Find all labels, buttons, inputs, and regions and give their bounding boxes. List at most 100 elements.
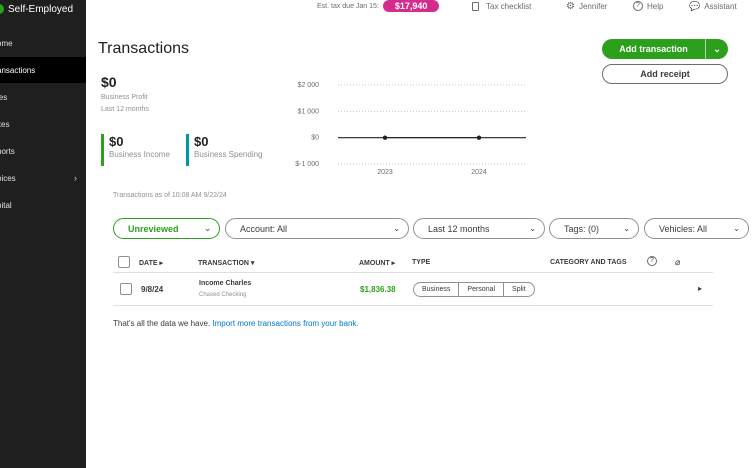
sidebar-item-label: pital (0, 200, 12, 210)
table-row[interactable]: 9/8/24 Income Charles Chased Checking $1… (113, 274, 713, 306)
type-segmented-control: Business Personal Split (413, 282, 535, 297)
brand-logo-icon (0, 4, 4, 14)
type-column-header: TYPE (412, 259, 431, 266)
data-point (476, 135, 482, 140)
y-tick-label: $1 000 (298, 108, 320, 115)
chevron-right-icon: › (74, 173, 77, 183)
type-personal-option[interactable]: Personal (459, 283, 505, 296)
sidebar-item-home[interactable]: ome (0, 30, 86, 56)
type-split-option[interactable]: Split (504, 283, 534, 296)
sort-down-icon: ▾ (250, 260, 255, 267)
sidebar-item-invoices[interactable]: oices › (0, 165, 86, 191)
business-spending-kpi: $0 Business Spending (186, 134, 263, 166)
assistant-button[interactable]: 💬 Assistant (689, 0, 737, 12)
chevron-down-icon: ⌄ (529, 224, 536, 233)
sidebar-item-reports[interactable]: ports (0, 138, 86, 164)
gear-icon: ⚙ (566, 0, 575, 12)
row-expand-icon[interactable]: ▸ (698, 284, 702, 293)
button-divider (705, 39, 706, 59)
user-name: Jennifer (578, 1, 608, 11)
add-transaction-label: Add transaction (619, 44, 688, 54)
vehicles-filter-label: Vehicles: All (659, 223, 708, 234)
tax-due[interactable]: Est. tax due Jan 15: $17,940 (317, 0, 440, 12)
business-spending-label: Business Spending (194, 150, 263, 159)
brand[interactable]: Self-Employed (0, 0, 73, 18)
chevron-down-icon[interactable]: ⌄ (706, 44, 728, 55)
tax-due-amount: $17,940 (382, 0, 440, 12)
sort-arrow-icon: ▸ (159, 260, 164, 267)
tax-checklist-label: Tax checklist (486, 1, 532, 11)
select-all-checkbox[interactable] (118, 256, 130, 268)
top-bar: Est. tax due Jan 15: $17,940 Tax checkli… (86, 0, 755, 12)
row-date: 9/8/24 (141, 285, 164, 294)
category-column-header: CATEGORY AND TAGS (550, 259, 627, 266)
period-filter[interactable]: Last 12 months ⌄ (413, 218, 545, 239)
chevron-down-icon: ⌄ (623, 224, 630, 233)
tags-filter[interactable]: Tags: (0) ⌄ (549, 218, 639, 239)
vehicles-filter[interactable]: Vehicles: All ⌄ (644, 218, 749, 239)
row-checkbox[interactable] (120, 283, 132, 295)
business-income-label: Business Income (109, 150, 170, 159)
attachment-icon: ⌀ (675, 257, 681, 267)
business-income-value: $0 (109, 134, 124, 149)
type-business-option[interactable]: Business (414, 283, 460, 296)
clipboard-icon (472, 1, 479, 11)
business-income-kpi: $0 Business Income (101, 134, 170, 166)
sidebar-item-label: xes (0, 119, 10, 129)
tax-checklist-link[interactable]: Tax checklist (472, 0, 531, 12)
x-tick-label: 2023 (377, 169, 393, 176)
account-filter[interactable]: Account: All ⌄ (225, 218, 409, 239)
x-tick-label: 2024 (471, 169, 487, 176)
page-title: Transactions (98, 40, 189, 57)
sidebar-item-label: ansactions (0, 65, 36, 75)
sidebar-item-label: les (0, 92, 8, 102)
sidebar-item-miles[interactable]: les (0, 84, 86, 110)
tax-due-label: Est. tax due Jan 15: (317, 2, 379, 10)
status-filter[interactable]: Unreviewed ⌄ (113, 218, 220, 239)
business-profit-label: Business Profit (101, 94, 148, 101)
row-account: Chased Checking (199, 292, 247, 298)
chevron-down-icon: ⌄ (733, 224, 740, 233)
sidebar: Self-Employed ome ansactions les xes por… (0, 0, 86, 468)
row-transaction-name: Income Charles (199, 280, 252, 287)
help-label: Help (647, 1, 664, 11)
data-point (382, 135, 388, 140)
chevron-down-icon: ⌄ (393, 224, 400, 233)
import-transactions-link[interactable]: Import more transactions from your bank. (212, 319, 358, 328)
add-transaction-button[interactable]: Add transaction ⌄ (602, 39, 728, 59)
sort-arrow-icon: ▸ (391, 260, 396, 267)
y-tick-label: $2 000 (298, 82, 320, 89)
sidebar-item-taxes[interactable]: xes (0, 111, 86, 137)
sidebar-item-label: ports (0, 146, 15, 156)
chat-bubble-icon: 💬 (689, 0, 701, 11)
table-header: DATE ▸ TRANSACTION ▾ AMOUNT ▸ TYPE CATEG… (113, 253, 713, 273)
business-spending-value: $0 (194, 134, 209, 149)
app-root: Self-Employed ome ansactions les xes por… (0, 0, 755, 468)
account-filter-label: Account: All (240, 223, 288, 234)
category-help-icon[interactable]: ? (647, 256, 657, 266)
business-profit-value: $0 (101, 74, 117, 90)
help-button[interactable]: ? Help (633, 0, 663, 12)
add-receipt-button[interactable]: Add receipt (602, 64, 728, 84)
transactions-as-of: Transactions as of 10:08 AM 9/22/24 (113, 192, 227, 199)
sidebar-item-capital[interactable]: pital (0, 192, 86, 218)
sidebar-item-label: ome (0, 38, 13, 48)
y-tick-label: $0 (311, 135, 319, 142)
y-tick-label: $-1 000 (295, 161, 319, 168)
brand-name: Self-Employed (8, 3, 74, 15)
help-icon: ? (633, 1, 643, 11)
user-menu[interactable]: ⚙ Jennifer (566, 0, 607, 12)
sidebar-item-label: oices (0, 173, 16, 183)
amount-column-header[interactable]: AMOUNT ▸ (359, 259, 395, 267)
amount-header-label: AMOUNT (359, 260, 390, 267)
period-filter-label: Last 12 months (428, 223, 490, 234)
row-amount: $1,836.38 (360, 285, 396, 294)
status-filter-label: Unreviewed (128, 223, 179, 234)
footer-note-text: That's all the data we have. (113, 319, 211, 328)
assistant-label: Assistant (704, 1, 737, 11)
date-column-header[interactable]: DATE ▸ (139, 259, 163, 267)
transaction-column-header[interactable]: TRANSACTION ▾ (198, 259, 254, 267)
tags-filter-label: Tags: (0) (564, 223, 600, 234)
sidebar-item-transactions[interactable]: ansactions (0, 57, 86, 83)
date-header-label: DATE (139, 260, 158, 267)
